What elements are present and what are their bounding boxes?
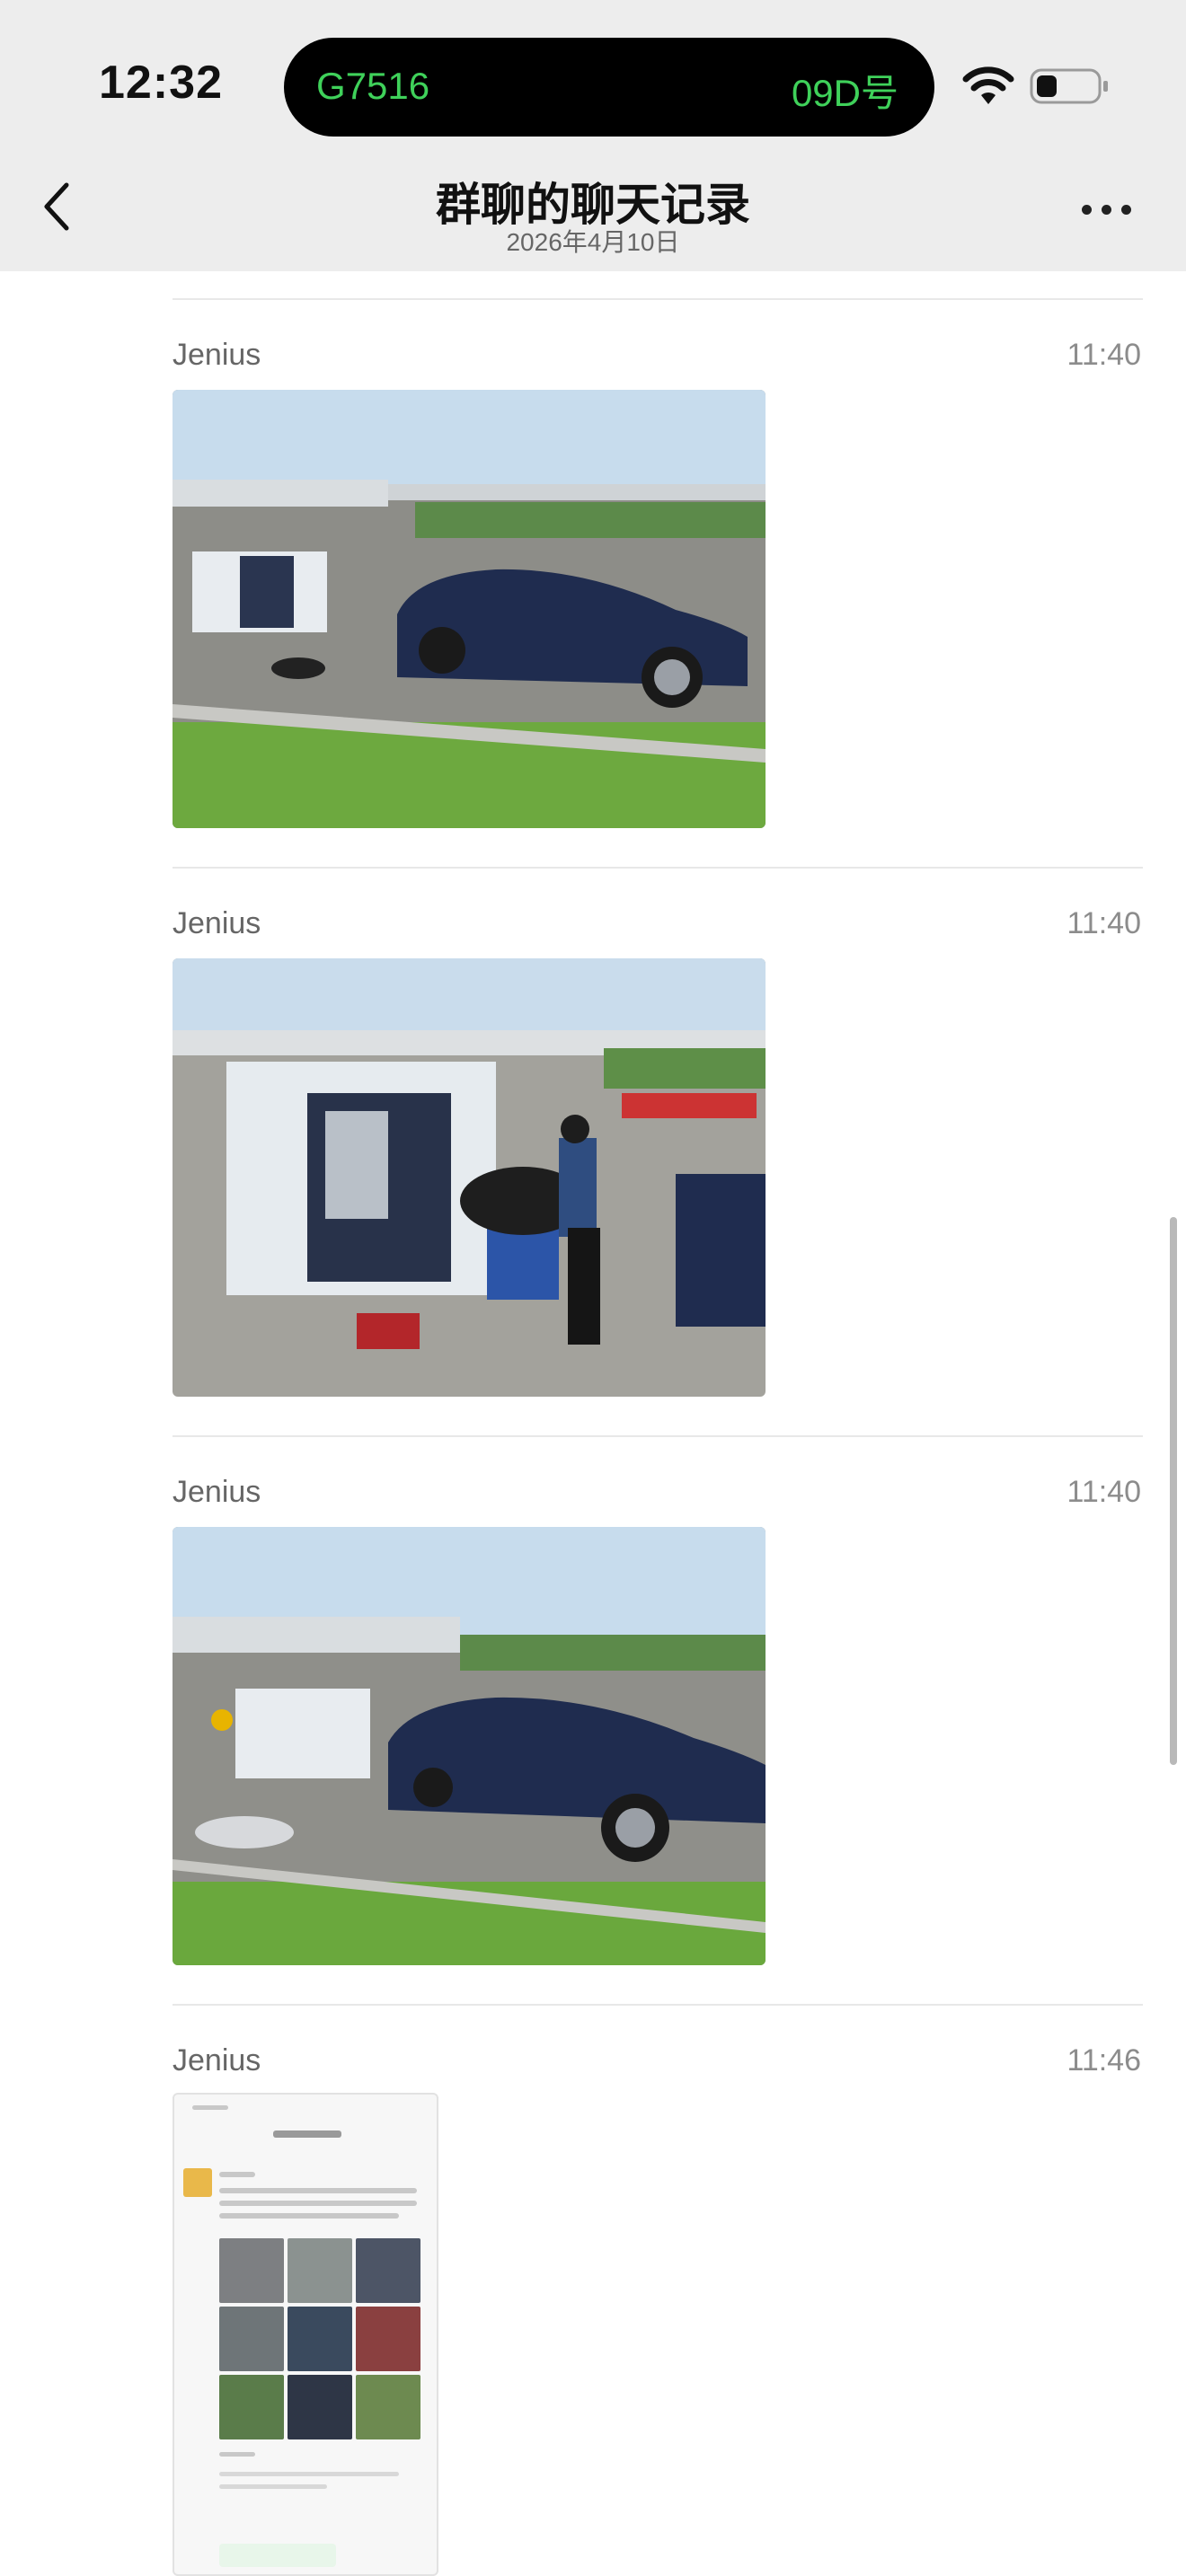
battery-icon bbox=[1030, 68, 1108, 104]
message-time: 11:40 bbox=[1067, 338, 1141, 372]
island-seat: 09D号 bbox=[791, 72, 898, 114]
message-sender: Jenius bbox=[173, 906, 261, 940]
message-time: 11:40 bbox=[1067, 1475, 1141, 1509]
thumbnail bbox=[288, 2238, 352, 2303]
divider bbox=[173, 2004, 1143, 2006]
island-train-number: G7516 bbox=[316, 65, 430, 107]
placeholder-line bbox=[273, 2130, 341, 2138]
message-sender: Jenius bbox=[173, 1475, 261, 1509]
thumbnail bbox=[288, 2375, 352, 2439]
message-photo[interactable] bbox=[173, 1527, 766, 1965]
technician-changing-tire-image bbox=[173, 958, 766, 1397]
placeholder-line bbox=[219, 2452, 255, 2457]
placeholder-line bbox=[219, 2472, 399, 2476]
message-time: 11:40 bbox=[1067, 906, 1141, 940]
divider bbox=[173, 867, 1143, 869]
dynamic-island[interactable]: G7516 09D号 bbox=[284, 38, 934, 137]
car-on-jack-image bbox=[173, 1527, 766, 1965]
wifi-icon bbox=[962, 66, 1014, 104]
thumbnail bbox=[219, 2238, 284, 2303]
placeholder-button bbox=[219, 2544, 336, 2567]
scrollbar[interactable] bbox=[1170, 1217, 1177, 1765]
page-subtitle-date: 2026年4月10日 bbox=[506, 228, 680, 256]
thumbnail bbox=[356, 2238, 420, 2303]
message-screenshot[interactable] bbox=[173, 2093, 438, 2576]
thumbnail bbox=[219, 2375, 284, 2439]
message-photo[interactable] bbox=[173, 958, 766, 1397]
thumbnail bbox=[356, 2375, 420, 2439]
status-time: 12:32 bbox=[99, 57, 223, 109]
thumbnail bbox=[288, 2307, 352, 2371]
avatar bbox=[183, 2168, 212, 2197]
placeholder-line bbox=[192, 2105, 228, 2110]
placeholder-line bbox=[219, 2172, 255, 2177]
message-time: 11:46 bbox=[1067, 2043, 1141, 2078]
roadside-tire-service-image bbox=[173, 390, 766, 828]
message-sender: Jenius bbox=[173, 338, 261, 372]
message-photo[interactable] bbox=[173, 390, 766, 828]
divider bbox=[173, 298, 1143, 300]
placeholder-line bbox=[219, 2201, 417, 2206]
placeholder-line bbox=[219, 2188, 417, 2193]
message-sender: Jenius bbox=[173, 2043, 261, 2078]
more-options-icon[interactable] bbox=[1082, 199, 1136, 221]
thumbnail bbox=[219, 2307, 284, 2371]
top-bar: 12:32 G7516 09D号 群聊的聊天记录 2026年4月10日 bbox=[0, 0, 1186, 271]
placeholder-line bbox=[219, 2213, 399, 2219]
placeholder-line bbox=[219, 2484, 327, 2489]
thumbnail bbox=[356, 2307, 420, 2371]
divider bbox=[173, 1435, 1143, 1437]
